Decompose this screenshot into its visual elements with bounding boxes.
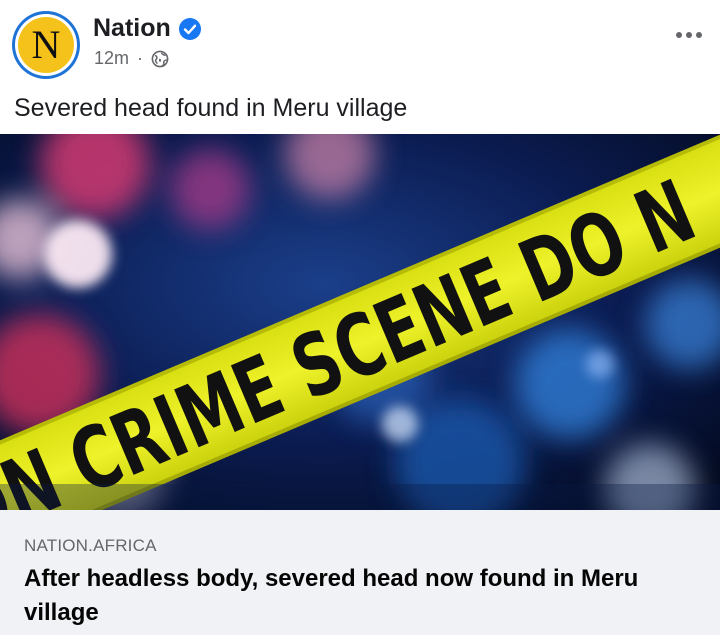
more-dot [676,32,682,38]
more-dot [696,32,702,38]
globe-icon[interactable] [151,50,169,68]
page-name[interactable]: Nation [93,14,171,43]
meta-separator: · [137,48,144,68]
page-name-row: Nation [93,14,202,43]
crime-scene-photo: DN CRIME SCENE DO N [0,134,720,510]
link-preview-card[interactable]: NATION.AFRICA After headless body, sever… [0,510,720,635]
post-timestamp[interactable]: 12m [94,48,129,69]
avatar-logo: N [18,17,74,73]
post-header: N Nation 12m · [0,0,720,90]
post-image[interactable]: DN CRIME SCENE DO N [0,134,720,510]
avatar-ring: N [15,14,77,76]
page-avatar[interactable]: N [12,11,80,79]
link-title[interactable]: After headless body, severed head now fo… [24,562,684,630]
more-options-icon[interactable] [670,22,708,48]
link-domain: NATION.AFRICA [24,536,157,555]
post-caption: Severed head found in Meru village [14,94,408,122]
facebook-post: N Nation 12m · Severed head found in Mer… [0,0,720,635]
post-meta: 12m · [94,48,169,69]
verified-badge-icon [178,17,202,41]
more-dot [686,32,692,38]
